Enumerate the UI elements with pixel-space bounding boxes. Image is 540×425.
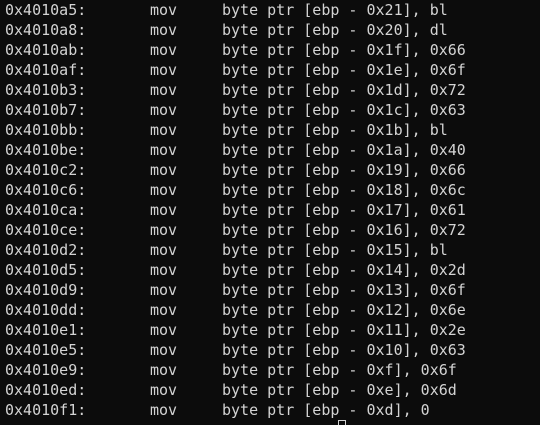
instruction-operands: byte ptr [ebp - 0x17], 0x61 — [222, 201, 466, 219]
instruction-mnemonic: mov — [150, 241, 178, 259]
instruction-operands: byte ptr [ebp - 0x1e], 0x6f — [222, 61, 466, 79]
instruction-operands: byte ptr [ebp - 0x1d], 0x72 — [222, 81, 466, 99]
disassembly-line: 0x4010dd: mov byte ptr [ebp - 0x12], 0x6e — [5, 300, 540, 320]
instruction-operands: byte ptr [ebp - 0x10], 0x63 — [222, 341, 466, 359]
instruction-mnemonic: mov — [150, 201, 178, 219]
disassembly-line: 0x4010c2: mov byte ptr [ebp - 0x19], 0x66 — [5, 160, 540, 180]
instruction-address: 0x4010be: — [5, 141, 87, 159]
instruction-mnemonic: mov — [150, 281, 178, 299]
disassembly-line: 0x4010ab: mov byte ptr [ebp - 0x1f], 0x66 — [5, 40, 540, 60]
instruction-mnemonic: mov — [150, 161, 178, 179]
disassembly-line: 0x4010ed: mov byte ptr [ebp - 0xe], 0x6d — [5, 380, 540, 400]
instruction-mnemonic: mov — [150, 181, 178, 199]
instruction-address: 0x4010af: — [5, 61, 87, 79]
disassembly-line: 0x4010bb: mov byte ptr [ebp - 0x1b], bl — [5, 120, 540, 140]
instruction-operands: byte ptr [ebp - 0x12], 0x6e — [222, 301, 466, 319]
instruction-address: 0x4010ab: — [5, 41, 87, 59]
disassembly-line: 0x4010d9: mov byte ptr [ebp - 0x13], 0x6f — [5, 280, 540, 300]
instruction-address: 0x4010bb: — [5, 121, 87, 139]
instruction-address: 0x4010b3: — [5, 81, 87, 99]
instruction-mnemonic: mov — [150, 261, 178, 279]
instruction-operands: byte ptr [ebp - 0x1b], bl — [222, 121, 448, 139]
instruction-address: 0x4010a5: — [5, 1, 87, 19]
instruction-mnemonic: mov — [150, 361, 178, 379]
disassembly-line: 0x4010ca: mov byte ptr [ebp - 0x17], 0x61 — [5, 200, 540, 220]
instruction-mnemonic: mov — [150, 381, 178, 399]
instruction-operands: byte ptr [ebp - 0x13], 0x6f — [222, 281, 466, 299]
instruction-address: 0x4010ca: — [5, 201, 87, 219]
instruction-operands: byte ptr [ebp - 0x1f], 0x66 — [222, 41, 466, 59]
instruction-operands: byte ptr [ebp - 0x11], 0x2e — [222, 321, 466, 339]
instruction-address: 0x4010ce: — [5, 221, 87, 239]
instruction-mnemonic: mov — [150, 401, 178, 419]
disassembly-line: 0x4010e5: mov byte ptr [ebp - 0x10], 0x63 — [5, 340, 540, 360]
instruction-mnemonic: mov — [150, 141, 178, 159]
disassembly-line: 0x4010be: mov byte ptr [ebp - 0x1a], 0x40 — [5, 140, 540, 160]
instruction-address: 0x4010e1: — [5, 321, 87, 339]
disassembly-line: 0x4010d2: mov byte ptr [ebp - 0x15], bl — [5, 240, 540, 260]
instruction-address: 0x4010ed: — [5, 381, 87, 399]
instruction-operands: byte ptr [ebp - 0x18], 0x6c — [222, 181, 466, 199]
instruction-operands: byte ptr [ebp - 0x1c], 0x63 — [222, 101, 466, 119]
instruction-operands: byte ptr [ebp - 0x16], 0x72 — [222, 221, 466, 239]
instruction-operands: byte ptr [ebp - 0x15], bl — [222, 241, 448, 259]
disassembly-line: 0x4010c6: mov byte ptr [ebp - 0x18], 0x6c — [5, 180, 540, 200]
instruction-mnemonic: mov — [150, 1, 178, 19]
text-cursor — [338, 420, 346, 425]
instruction-mnemonic: mov — [150, 21, 178, 39]
instruction-operands: byte ptr [ebp - 0x1a], 0x40 — [222, 141, 466, 159]
instruction-mnemonic: mov — [150, 81, 178, 99]
instruction-operands: byte ptr [ebp - 0x21], bl — [222, 1, 448, 19]
instruction-address: 0x4010d2: — [5, 241, 87, 259]
instruction-operands: byte ptr [ebp - 0xe], 0x6d — [222, 381, 457, 399]
disassembly-line: 0x4010e1: mov byte ptr [ebp - 0x11], 0x2e — [5, 320, 540, 340]
instruction-address: 0x4010e9: — [5, 361, 87, 379]
instruction-address: 0x4010d5: — [5, 261, 87, 279]
instruction-mnemonic: mov — [150, 221, 178, 239]
disassembly-line: 0x4010af: mov byte ptr [ebp - 0x1e], 0x6f — [5, 60, 540, 80]
disassembly-line: 0x4010ce: mov byte ptr [ebp - 0x16], 0x72 — [5, 220, 540, 240]
disassembly-line: 0x4010f1: mov byte ptr [ebp - 0xd], 0 — [5, 400, 540, 420]
instruction-operands: byte ptr [ebp - 0x14], 0x2d — [222, 261, 466, 279]
instruction-mnemonic: mov — [150, 301, 178, 319]
instruction-address: 0x4010d9: — [5, 281, 87, 299]
disassembly-line: 0x4010d5: mov byte ptr [ebp - 0x14], 0x2d — [5, 260, 540, 280]
instruction-address: 0x4010dd: — [5, 301, 87, 319]
instruction-operands: byte ptr [ebp - 0x20], dl — [222, 21, 448, 39]
instruction-mnemonic: mov — [150, 101, 178, 119]
disassembly-line: 0x4010a8: mov byte ptr [ebp - 0x20], dl — [5, 20, 540, 40]
instruction-address: 0x4010b7: — [5, 101, 87, 119]
instruction-mnemonic: mov — [150, 61, 178, 79]
instruction-operands: byte ptr [ebp - 0xd], 0 — [222, 401, 430, 419]
terminal-window[interactable]: 0x4010a5: mov byte ptr [ebp - 0x21], bl 0x4… — [0, 0, 540, 425]
disassembly-line: 0x4010e9: mov byte ptr [ebp - 0xf], 0x6f — [5, 360, 540, 380]
instruction-mnemonic: mov — [150, 321, 178, 339]
disassembly-line: 0x4010a5: mov byte ptr [ebp - 0x21], bl — [5, 0, 540, 20]
instruction-mnemonic: mov — [150, 41, 178, 59]
instruction-mnemonic: mov — [150, 341, 178, 359]
instruction-operands: byte ptr [ebp - 0x19], 0x66 — [222, 161, 466, 179]
instruction-address: 0x4010c6: — [5, 181, 87, 199]
instruction-address: 0x4010c2: — [5, 161, 87, 179]
instruction-operands: byte ptr [ebp - 0xf], 0x6f — [222, 361, 457, 379]
disassembly-line: 0x4010b7: mov byte ptr [ebp - 0x1c], 0x63 — [5, 100, 540, 120]
instruction-address: 0x4010a8: — [5, 21, 87, 39]
instruction-address: 0x4010e5: — [5, 341, 87, 359]
disassembly-line: 0x4010b3: mov byte ptr [ebp - 0x1d], 0x72 — [5, 80, 540, 100]
instruction-address: 0x4010f1: — [5, 401, 87, 419]
disassembly-listing: 0x4010a5: mov byte ptr [ebp - 0x21], bl 0x4… — [5, 0, 540, 420]
instruction-mnemonic: mov — [150, 121, 178, 139]
